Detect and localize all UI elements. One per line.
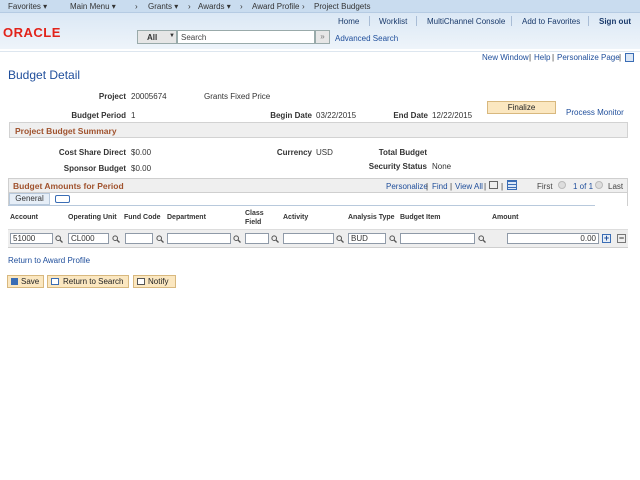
begin-date-label: Begin Date xyxy=(270,111,312,120)
col-activity: Activity xyxy=(283,214,309,221)
next-icon[interactable] xyxy=(595,181,603,189)
class-field-lookup-icon[interactable] xyxy=(271,235,279,243)
save-icon xyxy=(11,278,18,285)
col-class-field: Class Field xyxy=(245,210,264,226)
page-title: Budget Detail xyxy=(8,68,81,82)
col-budget-item: Budget Item xyxy=(400,214,441,221)
return-to-award-profile-link[interactable]: Return to Award Profile xyxy=(8,256,90,265)
return-to-search-icon xyxy=(51,278,59,285)
analysis-type-input[interactable]: BUD xyxy=(348,233,386,244)
security-status-value: None xyxy=(432,162,452,171)
account-lookup-icon[interactable] xyxy=(55,235,63,243)
crumb-awards[interactable]: Awards ▾ xyxy=(198,2,231,11)
department-lookup-icon[interactable] xyxy=(233,235,241,243)
sponsor-budget-label: Sponsor Budget xyxy=(63,164,126,173)
zoom-grid-icon[interactable] xyxy=(489,181,498,189)
end-date-label: End Date xyxy=(393,111,428,120)
col-analysis-type: Analysis Type xyxy=(348,214,395,221)
page-layout-icon[interactable] xyxy=(625,53,634,62)
account-input[interactable]: 51000 xyxy=(10,233,53,244)
col-account: Account xyxy=(10,214,38,221)
grid-find-link[interactable]: Find xyxy=(432,182,448,191)
main-menu[interactable]: Main Menu ▾ xyxy=(70,2,116,11)
budget-item-input[interactable] xyxy=(400,233,475,244)
finalize-button[interactable]: Finalize xyxy=(487,101,556,114)
tab-general[interactable]: General xyxy=(9,193,50,205)
activity-lookup-icon[interactable] xyxy=(336,235,344,243)
personalize-page-link[interactable]: Personalize Page xyxy=(557,53,620,62)
budget-period-label: Budget Period xyxy=(71,111,126,120)
col-operating-unit: Operating Unit xyxy=(68,214,117,221)
multichannel-console-link[interactable]: MultiChannel Console xyxy=(427,17,505,26)
grid-title: Budget Amounts for Period xyxy=(13,181,124,191)
col-fund-code: Fund Code xyxy=(124,214,161,221)
class-field-input[interactable] xyxy=(245,233,269,244)
breadcrumb-bar: Favorites ▾ Main Menu ▾ › Grants ▾ › Awa… xyxy=(0,0,640,13)
project-budget-summary-bar: Project Budget Summary xyxy=(9,122,628,138)
grid-view-all-link[interactable]: View All xyxy=(455,182,483,191)
fund-code-lookup-icon[interactable] xyxy=(156,235,164,243)
add-to-favorites-link[interactable]: Add to Favorites xyxy=(522,17,580,26)
return-to-search-button[interactable]: Return to Search xyxy=(47,275,129,288)
security-status-label: Security Status xyxy=(368,162,427,171)
grid-last-link: Last xyxy=(608,182,624,191)
download-icon[interactable] xyxy=(507,180,517,190)
crumb-project-budgets: Project Budgets xyxy=(314,2,371,11)
crumb-grants[interactable]: Grants ▾ xyxy=(148,2,178,11)
save-button[interactable]: Save xyxy=(7,275,44,288)
sign-out-link[interactable]: Sign out xyxy=(599,17,631,26)
previous-icon[interactable] xyxy=(558,181,566,189)
fund-code-input[interactable] xyxy=(125,233,153,244)
cost-share-value: $0.00 xyxy=(131,148,152,157)
col-amount: Amount xyxy=(492,214,519,221)
new-window-link[interactable]: New Window xyxy=(482,53,529,62)
cost-share-label: Cost Share Direct xyxy=(58,148,126,157)
show-all-columns-icon[interactable] xyxy=(55,195,70,203)
activity-input[interactable] xyxy=(283,233,334,244)
department-input[interactable] xyxy=(167,233,231,244)
oracle-logo: ORACLE xyxy=(3,25,61,40)
total-budget-label: Total Budget xyxy=(378,148,427,157)
notify-icon xyxy=(137,278,145,285)
worklist-link[interactable]: Worklist xyxy=(379,17,407,26)
crumb-award-profile[interactable]: Award Profile xyxy=(252,2,299,11)
col-department: Department xyxy=(167,214,206,221)
search-scope-select[interactable]: All ▼ xyxy=(137,30,177,44)
currency-label: Currency xyxy=(276,148,312,157)
operating-unit-input[interactable]: CL000 xyxy=(68,233,109,244)
summary-title: Project Budget Summary xyxy=(15,126,117,136)
grid-personalize-link[interactable]: Personalize xyxy=(386,182,428,191)
sponsor-budget-value: $0.00 xyxy=(131,164,152,173)
end-date-value: 12/22/2015 xyxy=(432,111,473,120)
begin-date-value: 03/22/2015 xyxy=(316,111,357,120)
search-input[interactable]: Search xyxy=(177,30,315,44)
favorites-menu[interactable]: Favorites ▾ xyxy=(8,2,47,11)
help-link[interactable]: Help xyxy=(534,53,550,62)
home-link[interactable]: Home xyxy=(338,17,359,26)
search-go-button[interactable]: » xyxy=(315,30,330,44)
project-label: Project xyxy=(98,92,126,101)
analysis-type-lookup-icon[interactable] xyxy=(389,235,397,243)
grid-first-link: First xyxy=(537,182,553,191)
process-monitor-link[interactable]: Process Monitor xyxy=(566,108,624,117)
add-row-icon[interactable]: + xyxy=(602,234,611,243)
currency-value: USD xyxy=(316,148,333,157)
budget-item-lookup-icon[interactable] xyxy=(478,235,486,243)
advanced-search-link[interactable]: Advanced Search xyxy=(335,34,398,43)
notify-button[interactable]: Notify xyxy=(133,275,176,288)
operating-unit-lookup-icon[interactable] xyxy=(112,235,120,243)
budget-period-value: 1 xyxy=(131,111,136,120)
grid-page-info: 1 of 1 xyxy=(573,182,594,191)
project-description: Grants Fixed Price xyxy=(204,92,271,101)
delete-row-icon[interactable]: − xyxy=(617,234,626,243)
project-value: 20005674 xyxy=(131,92,167,101)
amount-input[interactable]: 0.00 xyxy=(507,233,599,244)
